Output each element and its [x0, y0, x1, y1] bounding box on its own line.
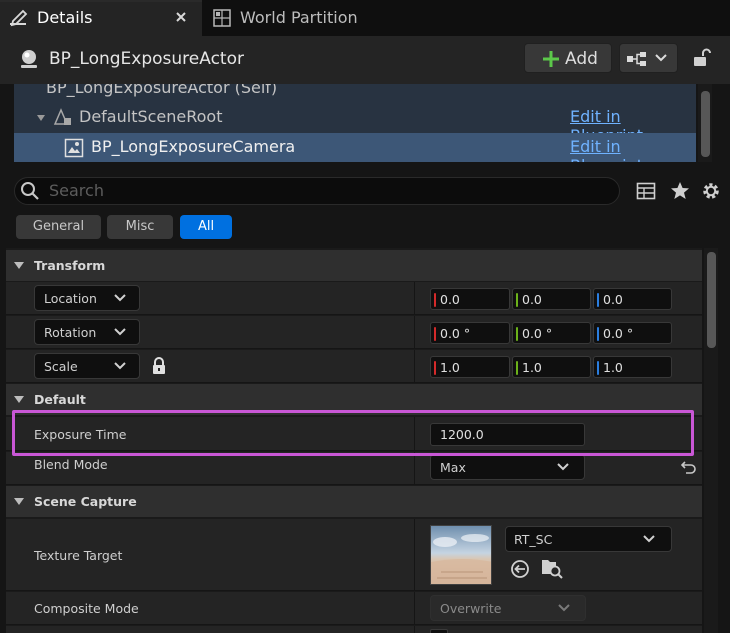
column-divider[interactable] [414, 350, 415, 383]
filter-all-button[interactable]: All [180, 215, 232, 239]
x-axis-marker [434, 293, 436, 307]
chevron-down-icon [643, 535, 655, 543]
filter-misc-button[interactable]: Misc [107, 215, 173, 239]
chevron-down-icon [114, 294, 126, 302]
chevron-down-icon [557, 463, 569, 471]
settings-gear-icon[interactable] [701, 181, 721, 201]
filter-general-button[interactable]: General [16, 215, 101, 239]
category-scene-capture[interactable]: Scene Capture [6, 486, 702, 518]
close-tab-icon[interactable] [174, 10, 188, 24]
column-divider[interactable] [414, 592, 415, 625]
z-axis-marker [597, 361, 599, 375]
scale-y-value: 1.0 [522, 360, 542, 375]
y-axis-marker [516, 361, 518, 375]
collapse-arrow-icon[interactable] [13, 261, 25, 271]
scale-z-value: 1.0 [603, 360, 623, 375]
tree-item-label: BP_LongExposureActor (Self) [46, 84, 278, 97]
property-row-scale: Scale 1.0 1.0 1.0 [6, 350, 702, 383]
edit-in-blueprint-link[interactable]: Edit in Blueprint [570, 137, 696, 162]
y-axis-marker [516, 327, 518, 341]
chevron-down-icon [558, 604, 570, 612]
location-y-value: 0.0 [522, 292, 542, 307]
add-button-label: Add [565, 49, 598, 69]
texture-target-value: RT_SC [514, 532, 553, 547]
composite-mode-value: Overwrite [440, 601, 502, 616]
rotation-x-value: 0.0 ° [440, 326, 471, 341]
property-row-location: Location 0.0 0.0 0.0 [6, 282, 702, 315]
blend-mode-value: Max [440, 460, 466, 475]
tree-row-camera[interactable]: BP_LongExposureCamera Edit in Blueprint [14, 133, 696, 162]
scale-x-value: 1.0 [440, 360, 460, 375]
rotation-y-value: 0.0 ° [522, 326, 553, 341]
composite-mode-label: Composite Mode [34, 601, 139, 616]
chevron-down-icon [654, 53, 668, 63]
tree-scrollbar-thumb[interactable] [701, 91, 710, 157]
rotation-label: Rotation [44, 325, 97, 340]
world-partition-icon [213, 9, 231, 27]
y-axis-marker [516, 293, 518, 307]
rotation-z-value: 0.0 ° [603, 326, 634, 341]
favorites-star-icon[interactable] [670, 181, 690, 201]
location-x-value: 0.0 [440, 292, 460, 307]
property-row-texture-target: Texture Target RT_SC [6, 519, 702, 591]
x-axis-marker [434, 327, 436, 341]
search-icon [20, 181, 40, 201]
column-divider[interactable] [414, 626, 415, 633]
category-label: Transform [34, 258, 106, 273]
location-z-value: 0.0 [603, 292, 623, 307]
category-transform[interactable]: Transform [6, 250, 702, 282]
plus-icon [542, 50, 560, 68]
scale-lock-icon[interactable] [151, 357, 167, 375]
search-placeholder: Search [49, 181, 104, 200]
collapse-arrow-icon[interactable] [13, 395, 25, 405]
z-axis-marker [597, 293, 599, 307]
property-row-blend-mode: Blend Mode Max [6, 452, 702, 485]
column-divider[interactable] [414, 316, 415, 349]
tree-row-default-scene-root[interactable]: DefaultSceneRoot Edit in Blueprint [14, 103, 696, 145]
tree-row-self[interactable]: BP_LongExposureActor (Self) [14, 84, 696, 104]
texture-target-label: Texture Target [34, 548, 123, 563]
scale-label: Scale [44, 359, 78, 374]
properties-scrollbar-thumb[interactable] [707, 252, 716, 348]
component-tree: BP_LongExposureActor (Self) DefaultScene… [14, 84, 696, 162]
tab-details-label: Details [37, 8, 93, 27]
details-tab-icon [9, 8, 31, 28]
blend-mode-label: Blend Mode [34, 457, 108, 472]
checkbox[interactable] [430, 629, 448, 633]
property-row-rotation: Rotation 0.0 ° 0.0 ° 0.0 ° [6, 316, 702, 349]
chevron-down-icon [114, 362, 126, 370]
texture-thumbnail[interactable] [430, 525, 492, 585]
collapse-arrow-icon[interactable] [36, 113, 46, 123]
browse-asset-icon[interactable] [541, 557, 563, 579]
property-row-composite-mode: Composite Mode Overwrite [6, 592, 702, 625]
chevron-down-icon [114, 328, 126, 336]
collapse-arrow-icon[interactable] [13, 497, 25, 507]
search-input[interactable] [14, 177, 620, 205]
camera-component-icon [64, 138, 84, 158]
category-label: Scene Capture [34, 494, 137, 509]
x-axis-marker [434, 361, 436, 375]
blueprint-hierarchy-icon [626, 51, 648, 67]
scene-root-icon [52, 108, 72, 128]
category-label: Default [34, 392, 86, 407]
z-axis-marker [597, 327, 599, 341]
column-divider[interactable] [414, 282, 415, 315]
tree-item-label: DefaultSceneRoot [79, 107, 223, 126]
actor-name: BP_LongExposureActor [49, 49, 244, 69]
location-label: Location [44, 291, 97, 306]
property-matrix-icon[interactable] [636, 182, 656, 200]
actor-icon [18, 48, 40, 70]
column-divider[interactable] [414, 452, 415, 485]
column-divider[interactable] [414, 519, 415, 591]
exposure-time-highlight [12, 410, 694, 456]
use-selected-asset-icon[interactable] [510, 559, 530, 579]
reset-to-default-icon[interactable] [681, 460, 697, 474]
tree-item-label: BP_LongExposureCamera [91, 137, 296, 156]
tab-world-partition-label: World Partition [240, 8, 358, 27]
property-row-partial [6, 626, 702, 633]
lock-open-icon[interactable] [693, 48, 711, 68]
